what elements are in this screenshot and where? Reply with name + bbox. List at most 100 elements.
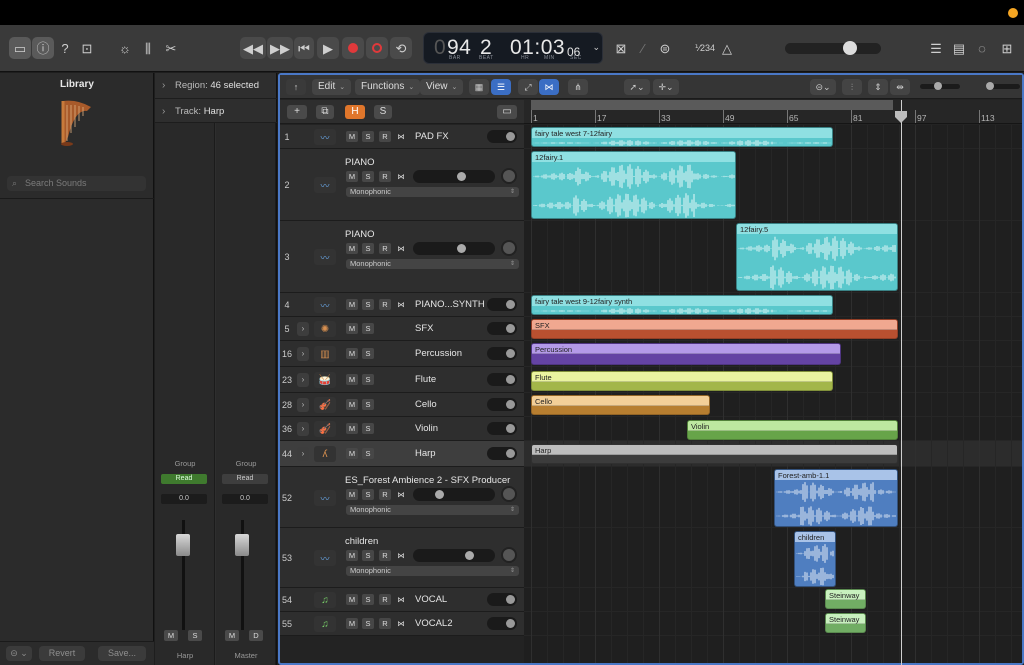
region[interactable]: Steinway — [825, 589, 866, 609]
mute-button[interactable]: M — [346, 489, 358, 500]
track-name[interactable]: Violin — [415, 423, 438, 434]
mute-button[interactable]: M — [346, 243, 358, 254]
track-header-piano-synth[interactable]: 4 〰 M S R ⋈ PIANO...SYNTH — [280, 293, 524, 317]
browser-button[interactable]: ⊞ — [996, 37, 1018, 59]
harp-solo-button[interactable]: S — [188, 630, 202, 641]
track-name[interactable]: Percussion — [415, 348, 462, 359]
replace-button[interactable]: ⊠ — [612, 37, 630, 59]
mute-button[interactable]: M — [346, 594, 358, 605]
solo-button[interactable]: S — [362, 171, 374, 182]
mixer-button[interactable]: ⫼ — [139, 37, 157, 59]
region[interactable]: 12fairy.5 — [736, 223, 898, 291]
solo-button[interactable]: S — [362, 131, 374, 142]
vertical-zoom-button[interactable]: ⇕ — [868, 79, 888, 95]
volume-knob[interactable] — [457, 172, 466, 181]
track-header-pad-fx[interactable]: 1 〰 M S R ⋈ PAD FX — [280, 125, 524, 149]
vertical-zoom-slider[interactable] — [920, 82, 960, 90]
master-volume-fader-cap[interactable] — [235, 534, 249, 556]
add-track-button[interactable]: + — [287, 105, 307, 119]
mute-button[interactable]: M — [346, 299, 358, 310]
solo-button[interactable]: S — [362, 399, 374, 410]
master-mute-button[interactable]: M — [225, 630, 239, 641]
track-name[interactable]: VOCAL2 — [415, 618, 453, 629]
volume-knob[interactable] — [435, 490, 444, 499]
rewind-button[interactable]: ◀◀ — [240, 37, 266, 59]
input-monitor-button[interactable]: ⋈ — [395, 243, 407, 254]
mute-button[interactable]: M — [346, 374, 358, 385]
region[interactable]: Violin — [687, 420, 898, 440]
track-on-off-toggle[interactable] — [487, 322, 517, 335]
solo-button[interactable]: S — [362, 374, 374, 385]
mute-button[interactable]: M — [346, 399, 358, 410]
pan-knob[interactable] — [501, 486, 517, 502]
solo-button[interactable]: ⊜ — [656, 37, 674, 59]
fast-forward-button[interactable]: ▶▶ — [267, 37, 293, 59]
track-name[interactable]: PIANO...SYNTH — [415, 299, 485, 310]
region[interactable]: Steinway — [825, 613, 866, 633]
track-inspector-header[interactable]: › Track: Harp — [155, 98, 277, 123]
solo-button[interactable]: S — [362, 348, 374, 359]
region[interactable]: Percussion — [531, 343, 841, 365]
track-header-children[interactable]: 53 〰 M S R ⋈ children Monophonic ⇕ — [280, 528, 524, 588]
region[interactable]: Cello — [531, 395, 710, 415]
view-menu[interactable]: View ⌄ — [420, 79, 464, 95]
track-on-off-toggle[interactable] — [487, 617, 517, 630]
record-enable-button[interactable]: R — [379, 550, 391, 561]
input-monitor-button[interactable]: ⋈ — [395, 550, 407, 561]
master-group-slot[interactable]: Group — [216, 459, 276, 468]
track-header-percussion[interactable]: 16 › ▥ M S Percussion — [280, 341, 524, 367]
editors-button[interactable]: ✂ — [162, 37, 180, 59]
up-button[interactable]: ↑ — [286, 79, 306, 95]
horizontal-zoom-knob[interactable] — [986, 82, 994, 90]
region-inspector-header[interactable]: › Region: 46 selected — [155, 73, 277, 98]
flex-button[interactable]: ⋈ — [539, 79, 559, 95]
track-on-off-toggle[interactable] — [487, 373, 517, 386]
mute-button[interactable]: M — [346, 423, 358, 434]
track-header-flute[interactable]: 23 › 🥁 M S Flute — [280, 367, 524, 393]
solo-button[interactable]: S — [362, 550, 374, 561]
region[interactable]: fairy tale west 9-12fairy synth — [531, 295, 833, 315]
stack-disclosure-button[interactable]: › — [297, 322, 309, 336]
track-on-off-toggle[interactable] — [487, 593, 517, 606]
pan-knob[interactable] — [501, 168, 517, 184]
lcd-display[interactable]: 0 94 2 01:03 06 BAR BEAT HR MIN SEC ⌄ — [423, 32, 603, 64]
region[interactable]: fairy tale west 7-12fairy — [531, 127, 833, 147]
mute-button[interactable]: M — [346, 131, 358, 142]
track-name[interactable]: Harp — [415, 448, 436, 459]
track-name[interactable]: PIANO — [345, 157, 375, 168]
region[interactable]: 12fairy.1 — [531, 151, 736, 219]
region[interactable]: Harp — [531, 444, 898, 464]
secondary-tool-menu[interactable]: ✛⌄ — [653, 79, 679, 95]
record-enable-button[interactable]: R — [379, 489, 391, 500]
track-header-sfx[interactable]: 5 › ✺ M S SFX — [280, 317, 524, 341]
vertical-zoom-knob[interactable] — [934, 82, 942, 90]
quick-help-button[interactable]: ? — [56, 37, 74, 59]
record-enable-button[interactable]: R — [379, 618, 391, 629]
edit-menu[interactable]: Edit ⌄ — [312, 79, 352, 95]
mute-button[interactable]: M — [346, 323, 358, 334]
stack-disclosure-button[interactable]: › — [297, 422, 309, 436]
track-header-piano[interactable]: 2 〰 M S R ⋈ PIANO Monophonic ⇕ — [280, 149, 524, 221]
volume-knob[interactable] — [457, 244, 466, 253]
mode-select[interactable]: Monophonic ⇕ — [346, 259, 519, 269]
track-on-off-toggle[interactable] — [487, 298, 517, 311]
input-monitor-button[interactable]: ⋈ — [395, 299, 407, 310]
record-enable-button[interactable]: R — [379, 131, 391, 142]
track-on-off-toggle[interactable] — [487, 347, 517, 360]
solo-button[interactable]: S — [362, 594, 374, 605]
record-enable-button[interactable]: R — [379, 299, 391, 310]
track-on-off-toggle[interactable] — [487, 398, 517, 411]
metronome-button[interactable]: △ — [718, 37, 736, 59]
track-header-harp[interactable]: 44 › ʎ M S Harp — [280, 441, 524, 467]
search-sounds-input[interactable]: ⌕ Search Sounds — [7, 176, 146, 191]
track-volume-slider[interactable] — [413, 170, 495, 183]
input-monitor-button[interactable]: ⋈ — [395, 618, 407, 629]
playhead[interactable] — [901, 100, 902, 665]
track-header-cello[interactable]: 28 › 🎻 M S Cello — [280, 393, 524, 417]
list-editors-button[interactable]: ☰ — [926, 37, 946, 59]
stack-disclosure-button[interactable]: › — [297, 347, 309, 361]
count-in-button[interactable]: ⅟234 — [693, 37, 717, 59]
track-on-off-toggle[interactable] — [487, 422, 517, 435]
master-volume-slider[interactable] — [785, 41, 881, 55]
timeline-ruler[interactable]: 1 17 33 49 65 81 97 113 — [524, 100, 1022, 124]
